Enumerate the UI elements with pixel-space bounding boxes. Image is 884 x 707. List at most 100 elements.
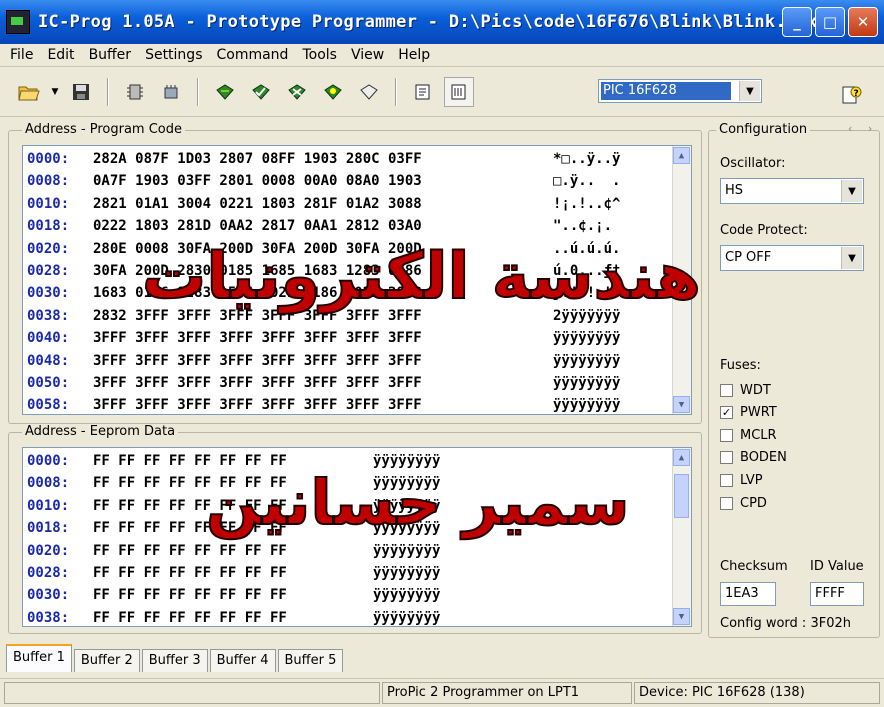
fuse-checkbox[interactable] bbox=[720, 473, 733, 487]
checksum-field: 1EA3 bbox=[720, 582, 776, 606]
oscillator-label: Oscillator: bbox=[720, 156, 786, 171]
chip-config-icon[interactable] bbox=[156, 77, 186, 107]
scroll-up-icon[interactable]: ▲ bbox=[673, 147, 690, 164]
tab-buffer-3[interactable]: Buffer 3 bbox=[141, 649, 208, 672]
menu-command[interactable]: Command bbox=[209, 47, 295, 63]
fuse-pwrt[interactable]: ✓ PWRT bbox=[720, 403, 777, 423]
code-protect-value: CP OFF bbox=[725, 250, 772, 265]
help-icon[interactable]: ? bbox=[837, 80, 867, 110]
device-select[interactable]: PIC 16F628 ▼ bbox=[598, 79, 762, 103]
view-hex-icon[interactable] bbox=[444, 77, 474, 107]
row-address: 0058: bbox=[27, 397, 70, 414]
blank-check-icon[interactable] bbox=[354, 77, 384, 107]
program-device-icon[interactable] bbox=[246, 77, 276, 107]
menu-view[interactable]: View bbox=[344, 47, 391, 63]
code-protect-label: Code Protect: bbox=[720, 223, 808, 238]
tab-buffer-2[interactable]: Buffer 2 bbox=[73, 649, 140, 672]
config-word: Config word : 3F02h bbox=[720, 616, 851, 631]
close-button[interactable]: ✕ bbox=[848, 7, 878, 37]
scroll-up-icon[interactable]: ▲ bbox=[673, 449, 690, 466]
row-ascii: ÿÿÿÿÿÿÿÿ bbox=[373, 475, 441, 492]
program-code-label: Address - Program Code bbox=[22, 122, 185, 137]
dropdown-arrow-icon[interactable]: ▼ bbox=[50, 77, 60, 107]
view-assembler-icon[interactable] bbox=[408, 77, 438, 107]
scroll-down-icon[interactable]: ▼ bbox=[673, 608, 690, 625]
fuse-label: LVP bbox=[740, 472, 763, 488]
configuration-title: Configuration bbox=[716, 122, 811, 137]
row-words: 2821 01A1 3004 0221 1803 281F 01A2 3088 bbox=[93, 195, 422, 212]
oscillator-select[interactable]: HS ▼ bbox=[720, 178, 864, 204]
chevron-down-icon[interactable]: ▼ bbox=[739, 81, 760, 101]
row-address: 0008: bbox=[27, 173, 70, 190]
program-code-scrollbar[interactable]: ▲ ▼ bbox=[672, 146, 691, 414]
fuse-checkbox[interactable]: ✓ bbox=[720, 406, 733, 420]
svg-text:?: ? bbox=[854, 89, 859, 99]
checksum-label: Checksum bbox=[720, 559, 788, 574]
row-address: 0000: bbox=[27, 453, 70, 469]
menu-edit[interactable]: Edit bbox=[40, 47, 81, 63]
menu-tools[interactable]: Tools bbox=[295, 47, 344, 63]
row-address: 0000: bbox=[27, 151, 70, 167]
program-code-view[interactable]: 0000: 282A 087F 1D03 2807 08FF 1903 280C … bbox=[22, 145, 692, 415]
row-words: 0222 1803 281D 0AA2 2817 0AA1 2812 03A0 bbox=[93, 218, 422, 235]
chevron-down-icon[interactable]: ▼ bbox=[841, 180, 862, 202]
fuse-mclr[interactable]: MCLR bbox=[720, 425, 777, 445]
row-address: 0020: bbox=[27, 542, 70, 559]
config-nav-arrows[interactable]: ‹ › bbox=[848, 122, 878, 135]
row-ascii: ..ú.ú.ú. bbox=[553, 240, 621, 257]
eeprom-view[interactable]: 0000: FF FF FF FF FF FF FF FF ÿÿÿÿÿÿÿÿ 0008… bbox=[22, 447, 692, 627]
chip-info-icon[interactable] bbox=[120, 77, 150, 107]
toolbar: ▼ PIC 16F628 ▼ ? bbox=[0, 68, 884, 117]
fuse-label: MCLR bbox=[740, 427, 777, 443]
row-ascii: ÿÿÿÿÿÿÿÿ bbox=[553, 330, 621, 347]
row-words: 30FA 200D 2830 0185 1685 1683 1283 0186 bbox=[93, 263, 422, 279]
tab-buffer-1[interactable]: Buffer 1 bbox=[6, 644, 72, 672]
fuse-checkbox[interactable] bbox=[720, 383, 733, 397]
open-file-icon[interactable] bbox=[14, 77, 44, 107]
status-programmer: ProPic 2 Programmer on LPT1 bbox=[382, 682, 632, 704]
menu-file[interactable]: File bbox=[0, 47, 40, 63]
row-words: 3FFF 3FFF 3FFF 3FFF 3FFF 3FFF 3FFF 3FFF bbox=[93, 375, 422, 391]
title-bar[interactable]: IC-Prog 1.05A - Prototype Programmer - D… bbox=[0, 0, 884, 44]
eeprom-scrollbar[interactable]: ▲ ▼ bbox=[672, 448, 691, 626]
row-address: 0030: bbox=[27, 587, 70, 604]
row-bytes: FF FF FF FF FF FF FF FF bbox=[93, 475, 287, 492]
tab-buffer-4[interactable]: Buffer 4 bbox=[209, 649, 276, 672]
fuse-lvp[interactable]: LVP bbox=[720, 470, 763, 490]
fuse-label: BODEN bbox=[740, 450, 787, 466]
read-device-icon[interactable] bbox=[210, 77, 240, 107]
fuse-wdt[interactable]: WDT bbox=[720, 380, 771, 400]
buffer-tabs: Buffer 1 Buffer 2 Buffer 3 Buffer 4 Buff… bbox=[6, 644, 345, 672]
menu-settings[interactable]: Settings bbox=[138, 47, 209, 63]
row-address: 0010: bbox=[27, 195, 70, 212]
row-address: 0050: bbox=[27, 375, 70, 391]
menu-bar: File Edit Buffer Settings Command Tools … bbox=[0, 44, 884, 67]
row-ascii: ÿÿÿÿÿÿÿÿ bbox=[373, 542, 441, 559]
id-value-field[interactable]: FFFF bbox=[810, 582, 864, 606]
tab-buffer-5[interactable]: Buffer 5 bbox=[277, 649, 344, 672]
menu-help[interactable]: Help bbox=[391, 47, 437, 63]
fuse-checkbox[interactable] bbox=[720, 428, 733, 442]
code-protect-select[interactable]: CP OFF ▼ bbox=[720, 245, 864, 271]
menu-buffer[interactable]: Buffer bbox=[82, 47, 139, 63]
row-ascii: ú.0...ƒ† bbox=[553, 263, 621, 279]
chevron-down-icon[interactable]: ▼ bbox=[841, 247, 862, 269]
row-words: 1683 0186 1283 1586 2021 1186 2021 282B bbox=[93, 285, 422, 302]
verify-device-icon[interactable] bbox=[318, 77, 348, 107]
row-ascii: ÿÿÿÿÿÿÿÿ bbox=[373, 520, 441, 537]
fuse-checkbox[interactable] bbox=[720, 496, 733, 510]
minimize-button[interactable]: _ bbox=[782, 7, 812, 37]
scroll-thumb[interactable] bbox=[674, 474, 689, 518]
fuse-checkbox[interactable] bbox=[720, 451, 733, 465]
maximize-button[interactable]: □ bbox=[815, 7, 845, 37]
row-ascii: "..¢.¡. bbox=[553, 218, 621, 235]
row-ascii: ƒ.†.!.!+ bbox=[553, 285, 621, 302]
fuse-cpd[interactable]: CPD bbox=[720, 493, 767, 513]
erase-device-icon[interactable] bbox=[282, 77, 312, 107]
scroll-down-icon[interactable]: ▼ bbox=[673, 396, 690, 413]
save-icon[interactable] bbox=[66, 77, 96, 107]
row-bytes: FF FF FF FF FF FF FF FF bbox=[93, 565, 287, 581]
row-bytes: FF FF FF FF FF FF FF FF bbox=[93, 587, 287, 604]
fuse-boden[interactable]: BODEN bbox=[720, 448, 787, 468]
row-address: 0038: bbox=[27, 609, 70, 626]
